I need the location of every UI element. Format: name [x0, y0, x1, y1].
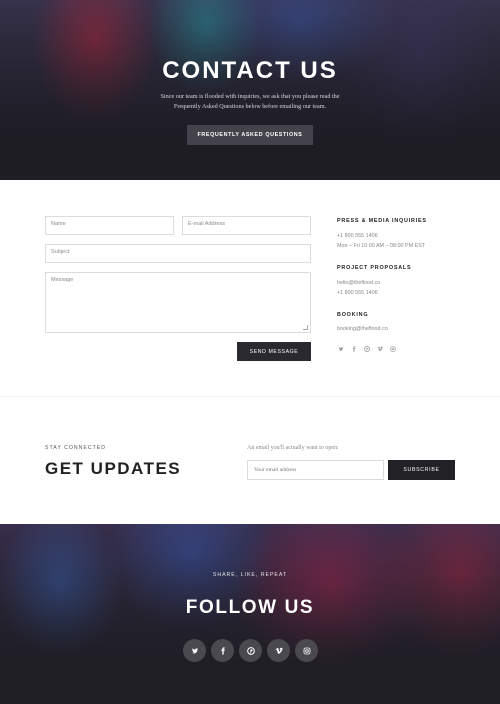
follow-section: SHARE, LIKE, REPEAT FOLLOW US — [0, 524, 500, 704]
faq-button[interactable]: FREQUENTLY ASKED QUESTIONS — [187, 125, 313, 145]
instagram-icon[interactable] — [389, 345, 397, 353]
share-label: SHARE, LIKE, REPEAT — [212, 572, 288, 578]
message-field[interactable]: Message — [45, 272, 311, 333]
stay-connected-label: STAY CONNECTED — [45, 445, 106, 451]
booking-email[interactable]: booking@theflood.co — [337, 326, 388, 332]
page-title: CONTACT US — [162, 57, 338, 84]
newsletter-email-input[interactable] — [247, 460, 384, 480]
subject-field[interactable]: Subject — [45, 244, 311, 263]
updates-title: GET UPDATES — [45, 459, 182, 478]
section-divider — [0, 396, 500, 397]
resize-handle[interactable] — [303, 325, 308, 330]
updates-note: An email you'll actually want to open: — [247, 445, 339, 451]
press-hours: Mon – Fri 10:00 AM – 08:00 PM EST — [337, 243, 426, 249]
vimeo-icon[interactable] — [267, 639, 290, 662]
booking-heading: BOOKING — [337, 312, 369, 318]
vimeo-icon[interactable] — [376, 345, 384, 353]
name-field[interactable]: Name — [45, 216, 174, 235]
proposals-phone[interactable]: +1 800 555 1406 — [337, 290, 378, 296]
pinterest-icon[interactable] — [239, 639, 262, 662]
twitter-icon[interactable] — [183, 639, 206, 662]
press-phone[interactable]: +1 800 555 1406 — [337, 233, 378, 239]
follow-title: FOLLOW US — [185, 597, 315, 618]
message-placeholder: Message — [51, 277, 74, 283]
pinterest-icon[interactable] — [363, 345, 371, 353]
proposals-email[interactable]: hello@theflood.co — [337, 280, 380, 286]
email-field[interactable]: E-mail Address — [182, 216, 311, 235]
twitter-icon[interactable] — [337, 345, 345, 353]
facebook-icon[interactable] — [350, 345, 358, 353]
proposals-heading: PROJECT PROPOSALS — [337, 265, 412, 271]
facebook-icon[interactable] — [211, 639, 234, 662]
subscribe-button[interactable]: SUBSCRIBE — [388, 460, 455, 480]
hero-section: CONTACT US Since our team is flooded wit… — [0, 0, 500, 180]
instagram-icon[interactable] — [295, 639, 318, 662]
hero-subtitle: Since our team is flooded with inquiries… — [160, 93, 340, 110]
hero-overlay — [0, 0, 500, 180]
press-heading: PRESS & MEDIA INQUIRIES — [337, 218, 427, 224]
send-message-button[interactable]: SEND MESSAGE — [237, 342, 311, 361]
